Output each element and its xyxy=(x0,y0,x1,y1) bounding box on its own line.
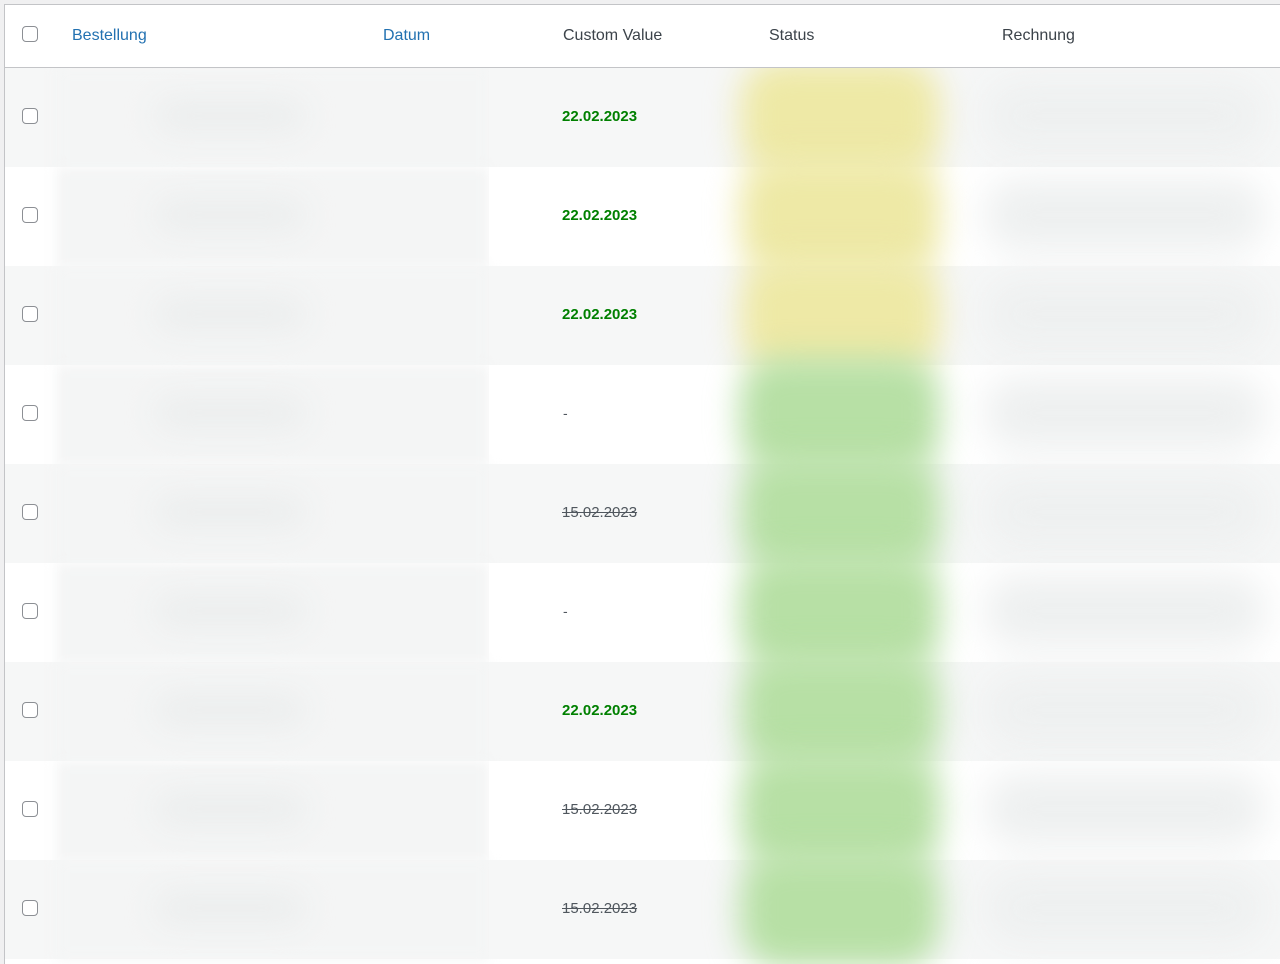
row-checkbox[interactable] xyxy=(22,900,38,916)
row-checkbox[interactable] xyxy=(22,207,38,223)
row-checkbox[interactable] xyxy=(22,603,38,619)
row-checkbox[interactable] xyxy=(22,801,38,817)
custom-value-text: 22.02.2023 xyxy=(562,702,638,719)
table-row[interactable]: 15.02.2023 xyxy=(5,860,1280,959)
column-header-invoice: Rechnung xyxy=(1002,27,1075,44)
row-checkbox[interactable] xyxy=(22,405,38,421)
column-header-status: Status xyxy=(769,27,815,44)
status-badge xyxy=(740,852,940,964)
redacted-invoice-cell xyxy=(985,377,1265,449)
redacted-text xyxy=(155,692,305,728)
custom-value-cell xyxy=(489,563,725,662)
custom-value-text: 15.02.2023 xyxy=(562,900,638,917)
column-header-order[interactable]: Bestellung xyxy=(72,5,147,67)
row-checkbox[interactable] xyxy=(22,702,38,718)
custom-value-text: 22.02.2023 xyxy=(562,108,638,125)
select-all-checkbox[interactable] xyxy=(22,26,38,42)
status-badge xyxy=(740,654,940,769)
redacted-invoice-cell xyxy=(985,872,1265,944)
redacted-text xyxy=(155,494,305,530)
redacted-text xyxy=(155,593,305,629)
table-header: Bestellung Datum Custom Value Status Rec… xyxy=(5,5,1280,68)
custom-value-text: - xyxy=(563,405,568,421)
status-badge xyxy=(740,456,940,571)
custom-value-cell xyxy=(489,365,725,464)
table-row[interactable]: 22.02.2023 xyxy=(5,662,1280,761)
custom-value-text: - xyxy=(563,603,568,619)
table-row[interactable]: - xyxy=(5,365,1280,464)
redacted-invoice-cell xyxy=(985,674,1265,746)
table-row[interactable]: 22.02.2023 xyxy=(5,68,1280,167)
custom-value-text: 22.02.2023 xyxy=(562,306,638,323)
status-badge xyxy=(740,753,940,868)
redacted-text xyxy=(155,296,305,332)
redacted-text xyxy=(155,791,305,827)
table-row[interactable]: 22.02.2023 xyxy=(5,167,1280,266)
redacted-invoice-cell xyxy=(985,80,1265,152)
row-checkbox[interactable] xyxy=(22,306,38,322)
redacted-invoice-cell xyxy=(985,179,1265,251)
orders-table: 22.02.2023 22.02.2023 22.02.2023 - 15.02.202… xyxy=(4,4,1280,964)
custom-value-text: 15.02.2023 xyxy=(562,504,638,521)
table-row[interactable]: 15.02.2023 xyxy=(5,464,1280,563)
status-badge xyxy=(740,60,940,175)
custom-value-text: 15.02.2023 xyxy=(562,801,638,818)
redacted-invoice-cell xyxy=(985,476,1265,548)
redacted-text xyxy=(155,395,305,431)
redacted-invoice-cell xyxy=(985,575,1265,647)
status-badge xyxy=(740,555,940,670)
row-checkbox[interactable] xyxy=(22,108,38,124)
custom-value-text: 22.02.2023 xyxy=(562,207,638,224)
redacted-text xyxy=(155,890,305,926)
redacted-text xyxy=(155,98,305,134)
table-row[interactable]: 15.02.2023 xyxy=(5,761,1280,860)
redacted-text xyxy=(155,197,305,233)
table-row[interactable]: - xyxy=(5,563,1280,662)
status-badge xyxy=(740,159,940,274)
status-badge xyxy=(740,258,940,373)
row-checkbox[interactable] xyxy=(22,504,38,520)
redacted-invoice-cell xyxy=(985,278,1265,350)
column-header-date[interactable]: Datum xyxy=(383,5,430,67)
column-header-custom-value: Custom Value xyxy=(563,27,663,44)
status-badge xyxy=(740,357,940,472)
table-row[interactable]: 22.02.2023 xyxy=(5,266,1280,365)
redacted-invoice-cell xyxy=(985,773,1265,845)
